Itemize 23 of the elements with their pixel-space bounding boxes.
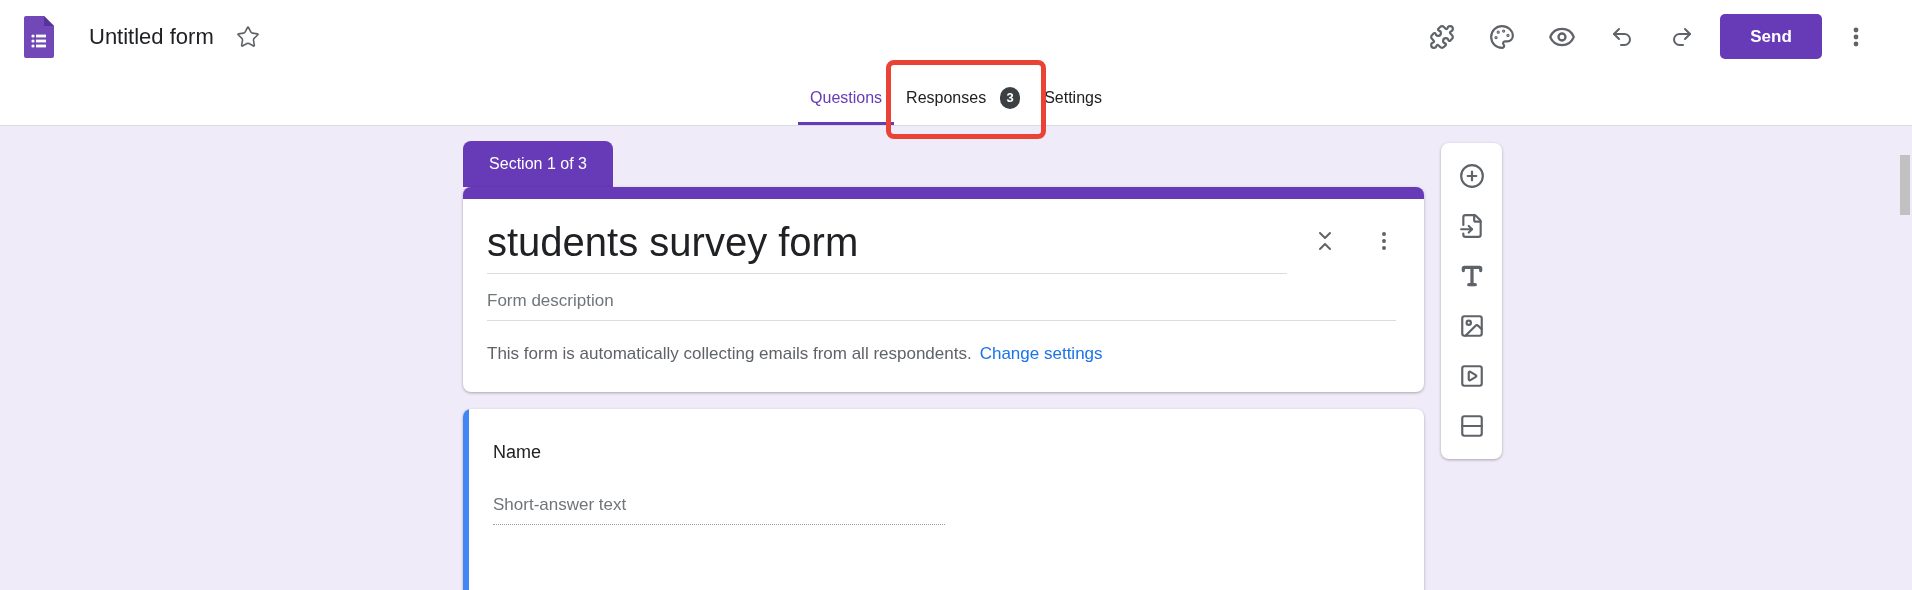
send-button[interactable]: Send xyxy=(1720,14,1822,59)
short-answer-field[interactable]: Short-answer text xyxy=(493,492,945,525)
video-icon xyxy=(1458,363,1485,389)
image-icon xyxy=(1458,313,1485,339)
tab[interactable]: Questions xyxy=(798,73,895,125)
count-badge: 3 xyxy=(1000,86,1021,109)
form-title[interactable]: Untitled form xyxy=(89,20,214,53)
scrollbar-thumb[interactable] xyxy=(1900,155,1910,215)
forms-logo-icon[interactable] xyxy=(24,15,54,58)
tab[interactable]: Settings xyxy=(1032,73,1114,125)
email-collection-notice: This form is automatically collecting emails from all respondents. xyxy=(487,342,972,365)
question-title[interactable]: Name xyxy=(493,439,1424,466)
plus-circle-icon xyxy=(1458,163,1485,189)
tab[interactable]: Responses 3 xyxy=(894,73,1033,125)
form-description-field[interactable]: Form description xyxy=(487,288,1396,321)
file-import-icon xyxy=(1458,213,1485,239)
form-title-field[interactable]: students survey form xyxy=(487,219,1287,274)
change-settings-link[interactable]: Change settings xyxy=(979,340,1103,366)
more-options-icon xyxy=(1853,26,1859,47)
puzzle-piece-icon xyxy=(1429,23,1455,50)
section-icon xyxy=(1458,413,1485,439)
star-icon[interactable] xyxy=(235,24,260,49)
palette-icon xyxy=(1489,23,1515,50)
